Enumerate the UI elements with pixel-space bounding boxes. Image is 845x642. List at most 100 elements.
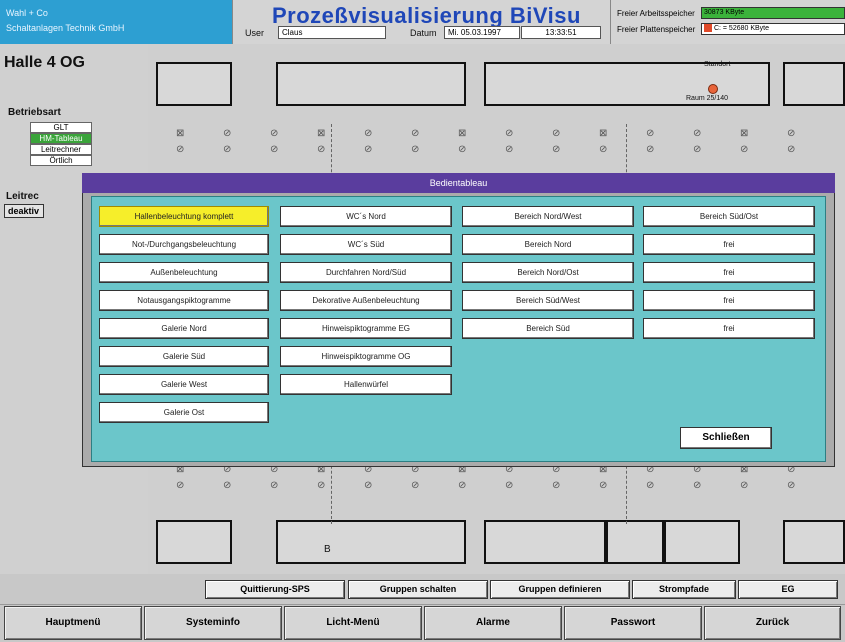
lamp-icon[interactable]: ⊘ <box>270 128 278 139</box>
function-button[interactable]: Quittierung-SPS <box>205 580 345 599</box>
mode-item[interactable]: GLT <box>30 122 92 133</box>
lamp-icon[interactable]: ⊘ <box>176 144 184 155</box>
lamp-icon[interactable]: ⊘ <box>505 144 513 155</box>
lamp-icon[interactable]: ⊘ <box>270 144 278 155</box>
group-button[interactable]: Hinweispiktogramme EG <box>280 318 452 339</box>
lamp-icon[interactable]: ⊘ <box>411 144 419 155</box>
group-button[interactable]: WC´s Nord <box>280 206 452 227</box>
lamp-icon[interactable]: ⊘ <box>599 480 607 491</box>
lamp-icon[interactable]: ⊘ <box>317 480 325 491</box>
lamp-icon[interactable]: ⊘ <box>552 128 560 139</box>
lamp-icon[interactable]: ⊘ <box>693 480 701 491</box>
group-button[interactable]: frei <box>643 290 815 311</box>
group-button[interactable]: Galerie West <box>99 374 269 395</box>
lamp-icon[interactable]: ⊘ <box>740 144 748 155</box>
nav-button[interactable]: Systeminfo <box>144 606 282 640</box>
lamp-icon[interactable]: ⊘ <box>223 144 231 155</box>
lamp-icon[interactable]: ⊘ <box>458 144 466 155</box>
group-button[interactable]: Hallenwürfel <box>280 374 452 395</box>
group-button[interactable]: frei <box>643 318 815 339</box>
room-se[interactable] <box>783 520 845 564</box>
group-button[interactable]: Bereich Nord <box>462 234 634 255</box>
group-button[interactable]: WC´s Süd <box>280 234 452 255</box>
lamp-icon[interactable]: ⊘ <box>458 480 466 491</box>
disk-value: C: = 52680 KByte <box>713 25 770 32</box>
function-button[interactable]: Strompfade <box>632 580 736 599</box>
lamp-icon[interactable]: ⊘ <box>787 144 795 155</box>
lamp-icon[interactable]: ⊠ <box>458 128 466 139</box>
lamp-icon[interactable]: ⊘ <box>505 480 513 491</box>
group-button[interactable]: Bereich Süd/West <box>462 290 634 311</box>
lamp-icon[interactable]: ⊠ <box>740 128 748 139</box>
lamp-icon[interactable]: ⊠ <box>176 128 184 139</box>
nav-button[interactable]: Passwort <box>564 606 702 640</box>
mode-item[interactable]: HM-Tableau <box>30 133 92 144</box>
group-button[interactable]: Außenbeleuchtung <box>99 262 269 283</box>
dialog-title: Bedientableau <box>82 173 835 193</box>
lamp-icon[interactable]: ⊘ <box>270 480 278 491</box>
room-s-right[interactable] <box>664 520 740 564</box>
group-button[interactable]: Hinweispiktogramme OG <box>280 346 452 367</box>
lamp-icon[interactable]: ⊘ <box>223 480 231 491</box>
group-button[interactable]: Bereich Süd/Ost <box>643 206 815 227</box>
room-s-mid[interactable] <box>484 520 606 564</box>
lamp-icon[interactable]: ⊘ <box>787 128 795 139</box>
lamp-icon[interactable]: ⊠ <box>599 128 607 139</box>
location-marker-icon[interactable] <box>708 84 718 94</box>
lamp-icon[interactable]: ⊠ <box>317 128 325 139</box>
lamp-icon[interactable]: ⊘ <box>364 144 372 155</box>
nav-button[interactable]: Zurück <box>704 606 841 640</box>
group-button[interactable]: Hallenbeleuchtung komplett <box>99 206 269 227</box>
mode-list: GLT HM-Tableau Leitrechner Örtlich <box>30 122 92 166</box>
lamp-icon[interactable]: ⊘ <box>693 144 701 155</box>
nav-button[interactable]: Licht-Menü <box>284 606 422 640</box>
nav-button[interactable]: Alarme <box>424 606 562 640</box>
disk-label: Freier Plattenspeicher <box>617 25 696 34</box>
group-button[interactable]: Notausgangspiktogramme <box>99 290 269 311</box>
group-button[interactable]: Galerie Nord <box>99 318 269 339</box>
function-button[interactable]: Gruppen schalten <box>348 580 488 599</box>
lamp-icon[interactable]: ⊘ <box>740 480 748 491</box>
group-button[interactable]: Not-/Durchgangsbeleuchtung <box>99 234 269 255</box>
function-button[interactable]: Gruppen definieren <box>490 580 630 599</box>
room-s-left[interactable] <box>276 520 466 564</box>
room-sw[interactable] <box>156 520 232 564</box>
group-button[interactable]: frei <box>643 262 815 283</box>
lamp-icon[interactable]: ⊘ <box>787 480 795 491</box>
company-subtitle: Schaltanlagen Technik GmbH <box>6 23 125 33</box>
room-ne[interactable] <box>783 62 845 106</box>
mode-item[interactable]: Leitrechner <box>30 144 92 155</box>
lamp-icon[interactable]: ⊘ <box>693 128 701 139</box>
lamp-icon[interactable]: ⊘ <box>364 128 372 139</box>
lamp-icon[interactable]: ⊘ <box>411 480 419 491</box>
function-button[interactable]: EG <box>738 580 838 599</box>
lamp-icon[interactable]: ⊘ <box>552 480 560 491</box>
group-button[interactable]: frei <box>643 234 815 255</box>
lamp-icon[interactable]: ⊘ <box>505 128 513 139</box>
lamp-icon[interactable]: ⊘ <box>599 144 607 155</box>
room-s-mid2[interactable] <box>606 520 664 564</box>
lamp-icon[interactable]: ⊘ <box>552 144 560 155</box>
room-n-left[interactable] <box>276 62 466 106</box>
lamp-icon[interactable]: ⊘ <box>646 128 654 139</box>
group-button[interactable]: Bereich Nord/West <box>462 206 634 227</box>
lamp-icon[interactable]: ⊘ <box>223 128 231 139</box>
deactivate-button[interactable]: deaktiv <box>4 204 44 218</box>
group-button[interactable]: Bereich Nord/Ost <box>462 262 634 283</box>
mode-item[interactable]: Örtlich <box>30 155 92 166</box>
lamp-icon[interactable]: ⊘ <box>411 128 419 139</box>
room-nw[interactable] <box>156 62 232 106</box>
group-button[interactable]: Durchfahren Nord/Süd <box>280 262 452 283</box>
lamp-icon[interactable]: ⊘ <box>646 144 654 155</box>
group-button[interactable]: Bereich Süd <box>462 318 634 339</box>
ram-bar: 30873 KByte <box>701 7 845 19</box>
lamp-icon[interactable]: ⊘ <box>646 480 654 491</box>
lamp-icon[interactable]: ⊘ <box>176 480 184 491</box>
lamp-icon[interactable]: ⊘ <box>364 480 372 491</box>
group-button[interactable]: Dekorative Außenbeleuchtung <box>280 290 452 311</box>
close-button[interactable]: Schließen <box>680 427 772 449</box>
nav-button[interactable]: Hauptmenü <box>4 606 142 640</box>
group-button[interactable]: Galerie Ost <box>99 402 269 423</box>
lamp-icon[interactable]: ⊘ <box>317 144 325 155</box>
group-button[interactable]: Galerie Süd <box>99 346 269 367</box>
